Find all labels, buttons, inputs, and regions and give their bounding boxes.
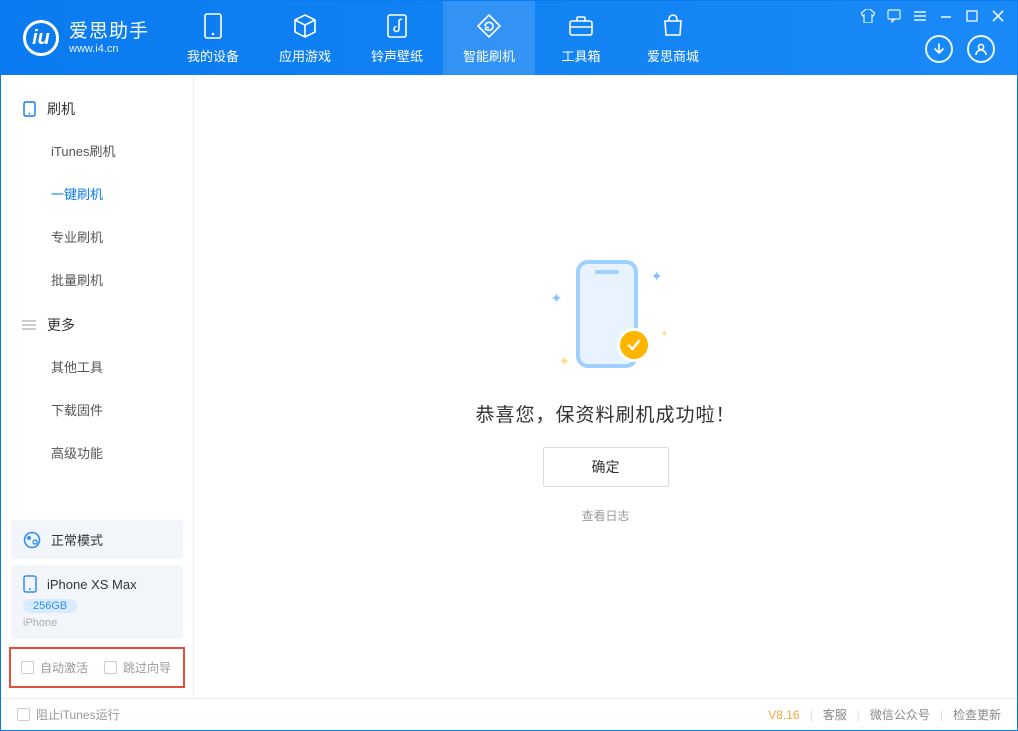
user-button[interactable]	[967, 35, 995, 63]
sparkle-icon: ✦	[660, 329, 668, 340]
device-storage-badge: 256GB	[23, 599, 77, 613]
sidebar-item-download-firmware[interactable]: 下载固件	[1, 388, 193, 431]
main-content: ✦ ✦ ✦ ✦ 恭喜您，保资料刷机成功啦！ 确定 查看日志	[194, 75, 1017, 698]
toolbox-icon	[567, 12, 595, 40]
shop-icon	[659, 12, 687, 40]
nav-tab-label: 爱思商城	[647, 46, 699, 65]
device-type: iPhone	[23, 617, 171, 629]
menu-icon[interactable]	[911, 7, 929, 25]
device-icon	[199, 12, 227, 40]
status-link-update[interactable]: 检查更新	[953, 706, 1001, 723]
checkbox-label: 跳过向导	[123, 659, 171, 676]
sidebar-item-pro-flash[interactable]: 专业刷机	[1, 215, 193, 258]
app-name: 爱思助手	[69, 21, 149, 43]
close-button[interactable]	[989, 7, 1007, 25]
sidebar: 刷机 iTunes刷机 一键刷机 专业刷机 批量刷机 更多 其他工具 下载固件 …	[1, 75, 194, 698]
sidebar-item-advanced[interactable]: 高级功能	[1, 431, 193, 474]
music-icon	[383, 12, 411, 40]
sidebar-group-title: 刷机	[47, 99, 75, 119]
nav-tabs: 我的设备 应用游戏 铃声壁纸 智能刷机 工具箱 爱思商城	[167, 1, 719, 75]
device-phone-icon	[23, 575, 37, 593]
mode-icon	[23, 531, 41, 549]
nav-tab-label: 工具箱	[562, 46, 601, 65]
sidebar-group-more: 更多	[1, 301, 193, 345]
feedback-icon[interactable]	[885, 7, 903, 25]
success-message: 恭喜您，保资料刷机成功啦！	[475, 400, 735, 427]
titlebar-actions	[925, 35, 995, 63]
skin-icon[interactable]	[859, 7, 877, 25]
checkbox-label: 自动激活	[40, 659, 88, 676]
mode-card[interactable]: 正常模式	[11, 520, 183, 559]
nav-tab-shop[interactable]: 爱思商城	[627, 1, 719, 75]
sidebar-item-itunes-flash[interactable]: iTunes刷机	[1, 129, 193, 172]
success-illustration: ✦ ✦ ✦ ✦	[541, 250, 671, 380]
checkbox-label: 阻止iTunes运行	[36, 706, 120, 723]
nav-tab-label: 智能刷机	[463, 46, 515, 65]
app-url: www.i4.cn	[69, 43, 149, 56]
titlebar: iu 爱思助手 www.i4.cn 我的设备 应用游戏 铃声壁纸 智能刷机	[1, 1, 1017, 75]
nav-tab-ringtones[interactable]: 铃声壁纸	[351, 1, 443, 75]
device-card[interactable]: iPhone XS Max 256GB iPhone	[11, 565, 183, 639]
sidebar-bottom: 正常模式 iPhone XS Max 256GB iPhone 自动激活	[1, 514, 193, 698]
sparkle-icon: ✦	[651, 268, 663, 285]
view-log-link[interactable]: 查看日志	[581, 507, 629, 524]
ok-button[interactable]: 确定	[543, 447, 669, 487]
skip-guide-checkbox[interactable]: 跳过向导	[104, 659, 171, 676]
version-label: V8.16	[768, 708, 799, 722]
statusbar: 阻止iTunes运行 V8.16 | 客服 | 微信公众号 | 检查更新	[1, 698, 1017, 730]
logo-icon: iu	[23, 20, 59, 56]
nav-tab-flash[interactable]: 智能刷机	[443, 1, 535, 75]
flash-options-highlight: 自动激活 跳过向导	[9, 647, 185, 688]
sidebar-item-batch-flash[interactable]: 批量刷机	[1, 258, 193, 301]
block-itunes-checkbox[interactable]: 阻止iTunes运行	[17, 706, 120, 723]
checkbox-icon	[21, 661, 34, 674]
checkbox-icon	[104, 661, 117, 674]
cube-icon	[291, 12, 319, 40]
body: 刷机 iTunes刷机 一键刷机 专业刷机 批量刷机 更多 其他工具 下载固件 …	[1, 75, 1017, 698]
more-icon	[21, 317, 37, 333]
phone-icon	[21, 101, 37, 117]
download-button[interactable]	[925, 35, 953, 63]
status-link-wechat[interactable]: 微信公众号	[870, 706, 930, 723]
checkmark-badge-icon	[617, 328, 651, 362]
sidebar-item-oneclick-flash[interactable]: 一键刷机	[1, 172, 193, 215]
nav-tab-label: 铃声壁纸	[371, 46, 423, 65]
sparkle-icon: ✦	[559, 353, 571, 370]
nav-tab-label: 我的设备	[187, 46, 239, 65]
nav-tab-label: 应用游戏	[279, 46, 331, 65]
auto-activate-checkbox[interactable]: 自动激活	[21, 659, 88, 676]
maximize-button[interactable]	[963, 7, 981, 25]
device-name: iPhone XS Max	[47, 577, 137, 592]
nav-tab-toolbox[interactable]: 工具箱	[535, 1, 627, 75]
mode-label: 正常模式	[51, 530, 103, 549]
logo: iu 爱思助手 www.i4.cn	[1, 20, 167, 56]
minimize-button[interactable]	[937, 7, 955, 25]
nav-tab-device[interactable]: 我的设备	[167, 1, 259, 75]
sidebar-group-flash: 刷机	[1, 85, 193, 129]
sidebar-item-other-tools[interactable]: 其他工具	[1, 345, 193, 388]
checkbox-icon	[17, 708, 30, 721]
window-controls	[859, 7, 1007, 25]
app-window: iu 爱思助手 www.i4.cn 我的设备 应用游戏 铃声壁纸 智能刷机	[0, 0, 1018, 731]
status-link-support[interactable]: 客服	[823, 706, 847, 723]
sidebar-group-title: 更多	[47, 315, 75, 335]
nav-tab-apps[interactable]: 应用游戏	[259, 1, 351, 75]
refresh-icon	[475, 12, 503, 40]
sparkle-icon: ✦	[551, 290, 563, 307]
